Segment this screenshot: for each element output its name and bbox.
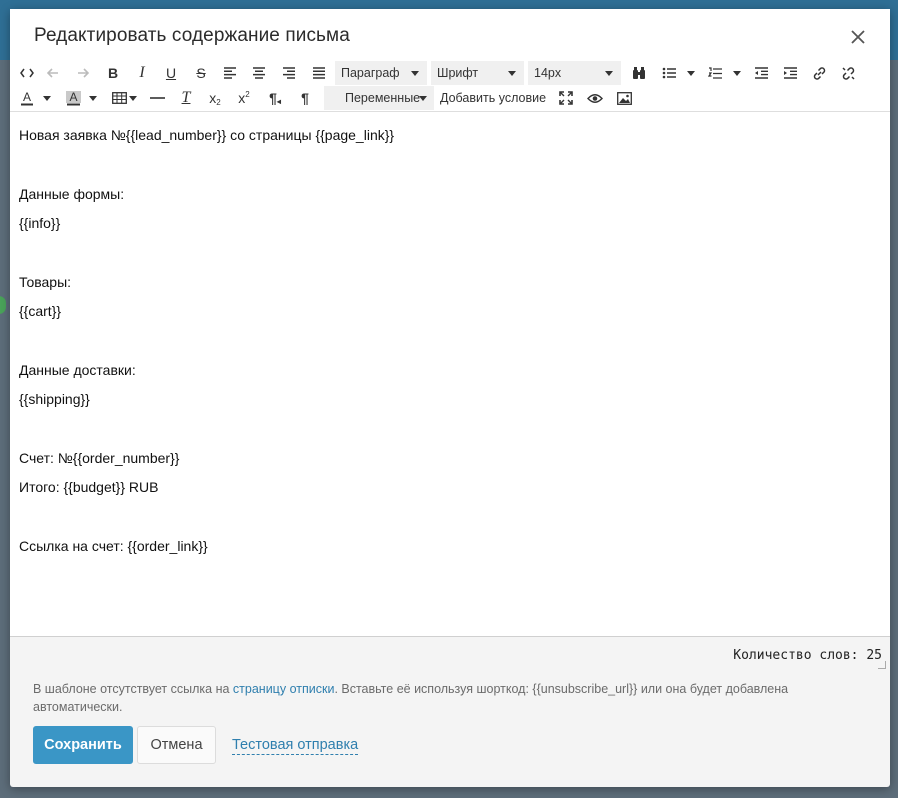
text-color-icon[interactable]: A <box>16 86 38 110</box>
dialog-title: Редактировать содержание письма <box>34 25 350 46</box>
editor-line: Товары: <box>19 274 72 290</box>
numbered-list-dropdown-icon[interactable] <box>733 71 741 76</box>
editor-line: Данные доставки: <box>19 362 136 378</box>
cancel-button[interactable]: Отмена <box>137 726 216 764</box>
table-icon[interactable] <box>108 86 130 110</box>
bullet-list-dropdown-icon[interactable] <box>687 71 695 76</box>
strikethrough-icon[interactable]: S <box>190 61 212 85</box>
italic-icon[interactable]: I <box>131 61 153 85</box>
background-color-icon[interactable]: A <box>62 86 84 110</box>
toolbar-row-2: A A T x2 x2 ¶ ◂ ¶ Переменные Добавить ус… <box>10 86 890 110</box>
superscript-icon[interactable]: x2 <box>233 86 255 110</box>
underline-icon[interactable]: U <box>160 61 182 85</box>
redo-icon[interactable] <box>72 61 94 85</box>
notice-text-before: В шаблоне отсутствует ссылка на <box>33 682 233 696</box>
close-icon[interactable] <box>848 27 868 47</box>
svg-text:A: A <box>69 91 77 104</box>
bullet-list-icon[interactable] <box>658 61 680 85</box>
bold-icon[interactable]: B <box>102 61 124 85</box>
image-icon[interactable] <box>613 86 635 110</box>
toolbar-row-1: B I U S Параграф Шрифт 14px <box>10 61 890 85</box>
outdent-icon[interactable] <box>750 61 772 85</box>
test-send-link[interactable]: Тестовая отправка <box>232 736 359 755</box>
save-button[interactable]: Сохранить <box>33 726 133 764</box>
font-size-select[interactable]: 14px <box>528 61 621 85</box>
unsubscribe-notice: В шаблоне отсутствует ссылка на страницу… <box>33 680 833 716</box>
unsubscribe-page-link[interactable]: страницу отписки <box>233 682 335 696</box>
text-color-dropdown-icon[interactable] <box>43 96 51 101</box>
editor-line: Ссылка на счет: {{order_link}} <box>19 538 208 554</box>
fullscreen-icon[interactable] <box>555 86 577 110</box>
subscript-icon[interactable]: x2 <box>204 86 226 110</box>
source-code-icon[interactable] <box>16 61 38 85</box>
link-icon[interactable] <box>808 61 830 85</box>
chevron-down-icon <box>419 96 427 101</box>
subscript-base: x <box>209 90 217 106</box>
editor-toolbar: B I U S Параграф Шрифт 14px A A T x 2 x … <box>10 61 890 111</box>
superscript-base: x <box>238 90 246 106</box>
editor-line: Итого: {{budget}} RUB <box>19 479 159 495</box>
align-right-icon[interactable] <box>278 61 300 85</box>
align-justify-icon[interactable] <box>308 61 330 85</box>
editor-line: {{cart}} <box>19 303 62 319</box>
find-replace-icon[interactable] <box>628 61 650 85</box>
chevron-down-icon <box>508 71 516 76</box>
variables-button[interactable]: Переменные <box>324 86 434 110</box>
resize-handle-icon[interactable] <box>878 661 886 669</box>
font-select-value: Шрифт <box>437 66 479 80</box>
undo-icon[interactable] <box>42 61 64 85</box>
paragraph-direction-icon[interactable]: ¶ ◂ <box>264 86 286 110</box>
editor-line: {{info}} <box>19 215 61 231</box>
dialog-header: Редактировать содержание письма <box>10 9 890 61</box>
numbered-list-icon[interactable] <box>704 61 726 85</box>
align-left-icon[interactable] <box>219 61 241 85</box>
editor-line: {{shipping}} <box>19 391 90 407</box>
variables-button-label: Переменные <box>345 91 421 105</box>
editor-line: Данные формы: <box>19 186 125 202</box>
backdrop-indicator <box>0 296 6 314</box>
editor-line: Счет: №{{order_number}} <box>19 450 180 466</box>
preview-eye-icon[interactable] <box>584 86 606 110</box>
paragraph-direction-mark: ◂ <box>276 96 281 106</box>
superscript-mark: 2 <box>245 89 250 99</box>
paragraph-select[interactable]: Параграф <box>335 61 427 85</box>
horizontal-rule-icon[interactable] <box>146 86 168 110</box>
subscript-mark: 2 <box>216 97 221 107</box>
edit-email-dialog: Редактировать содержание письма B I U S <box>10 9 890 787</box>
chevron-down-icon <box>605 71 613 76</box>
word-count: Количество слов: 25 <box>733 648 882 663</box>
background-color-dropdown-icon[interactable] <box>89 96 97 101</box>
indent-icon[interactable] <box>779 61 801 85</box>
font-size-select-value: 14px <box>534 66 562 80</box>
email-content-editor[interactable]: Новая заявка №{{lead_number}} со страниц… <box>10 111 890 637</box>
font-select[interactable]: Шрифт <box>431 61 524 85</box>
unlink-icon[interactable] <box>837 61 859 85</box>
align-center-icon[interactable] <box>248 61 270 85</box>
svg-text:A: A <box>23 91 31 104</box>
add-condition-button[interactable]: Добавить условие <box>440 86 546 110</box>
paragraph-direction-glyph: ¶ <box>269 90 277 106</box>
table-dropdown-icon[interactable] <box>129 96 137 101</box>
paragraph-select-value: Параграф <box>341 66 400 80</box>
clear-formatting-icon[interactable]: T <box>175 86 197 110</box>
editor-line: Новая заявка №{{lead_number}} со страниц… <box>19 127 395 143</box>
show-blocks-icon[interactable]: ¶ <box>294 86 316 110</box>
chevron-down-icon <box>411 71 419 76</box>
